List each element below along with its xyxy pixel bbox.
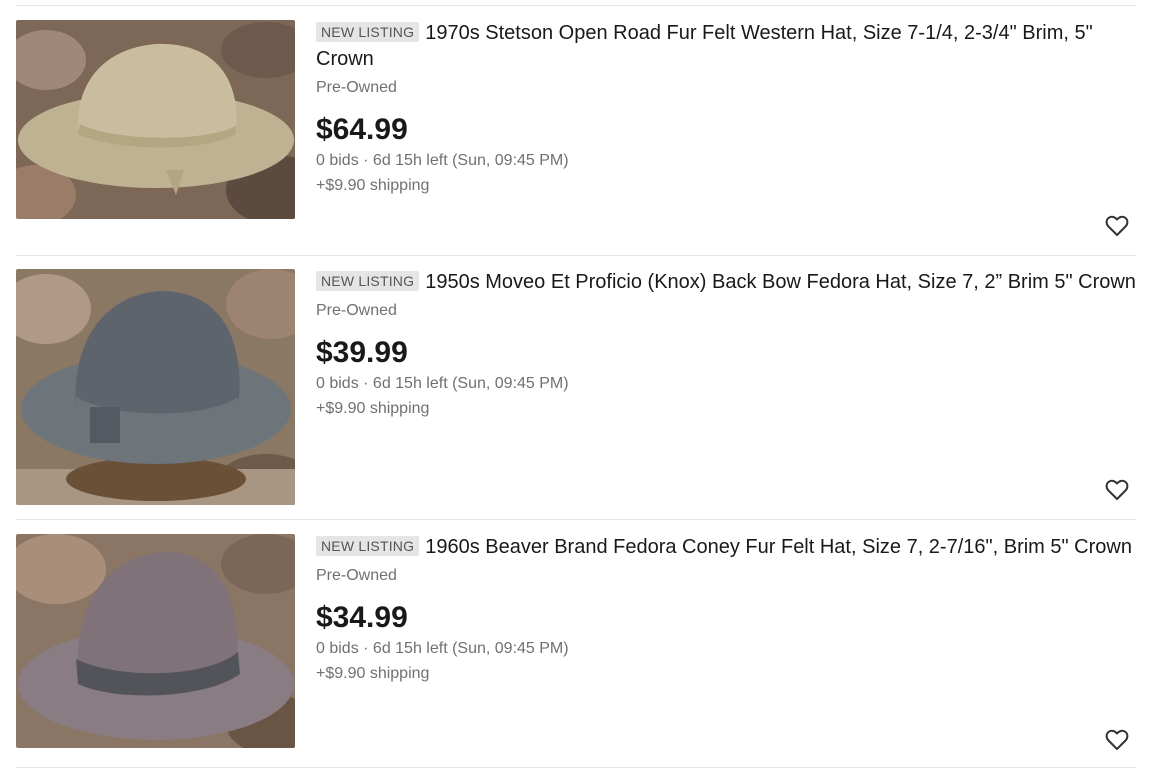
bids-time-left: 0 bids · 6d 15h left (Sun, 09:45 PM) [316,375,569,392]
watch-button[interactable] [1104,727,1130,753]
listing-title[interactable]: NEW LISTING 1970s Stetson Open Road Fur F… [316,20,1136,72]
watch-button[interactable] [1104,477,1130,503]
condition: Pre-Owned [316,302,397,319]
new-listing-badge: NEW LISTING [316,22,420,42]
listing-item: NEW LISTING 1960s Beaver Brand Fedora Con… [16,520,1136,769]
price: $64.99 [316,113,408,146]
listing-image[interactable] [16,20,295,219]
listing-item: NEW LISTING 1950s Moveo Et Proficio (Knox… [16,256,1136,520]
heart-outline-icon [1105,729,1129,750]
listing-title[interactable]: NEW LISTING 1950s Moveo Et Proficio (Knox… [316,269,1136,295]
hat-photo [16,534,295,748]
price: $39.99 [316,336,408,369]
condition: Pre-Owned [316,79,397,96]
heart-outline-icon [1105,215,1129,236]
hat-photo [16,20,295,219]
listing-info: NEW LISTING 1960s Beaver Brand Fedora Con… [316,534,1136,684]
listing-image[interactable] [16,534,295,748]
listing-info: NEW LISTING 1970s Stetson Open Road Fur F… [316,20,1136,196]
new-listing-badge: NEW LISTING [316,271,420,291]
shipping-cost: +$9.90 shipping [316,665,430,682]
shipping-cost: +$9.90 shipping [316,400,430,417]
heart-outline-icon [1105,479,1129,500]
bids-time-left: 0 bids · 6d 15h left (Sun, 09:45 PM) [316,152,569,169]
price: $34.99 [316,601,408,634]
shipping-cost: +$9.90 shipping [316,177,430,194]
divider [16,767,1136,768]
hat-photo [16,269,295,505]
listing-image[interactable] [16,269,295,505]
watch-button[interactable] [1104,213,1130,239]
new-listing-badge: NEW LISTING [316,536,420,556]
listing-title-text[interactable]: 1960s Beaver Brand Fedora Coney Fur Felt… [425,536,1132,558]
listing-item: NEW LISTING 1970s Stetson Open Road Fur F… [16,6,1136,256]
condition: Pre-Owned [316,567,397,584]
listing-title[interactable]: NEW LISTING 1960s Beaver Brand Fedora Con… [316,534,1136,560]
listing-info: NEW LISTING 1950s Moveo Et Proficio (Knox… [316,269,1136,419]
bids-time-left: 0 bids · 6d 15h left (Sun, 09:45 PM) [316,640,569,657]
listing-title-text[interactable]: 1950s Moveo Et Proficio (Knox) Back Bow … [425,271,1136,293]
listing-title-text[interactable]: 1970s Stetson Open Road Fur Felt Western… [316,22,1093,70]
